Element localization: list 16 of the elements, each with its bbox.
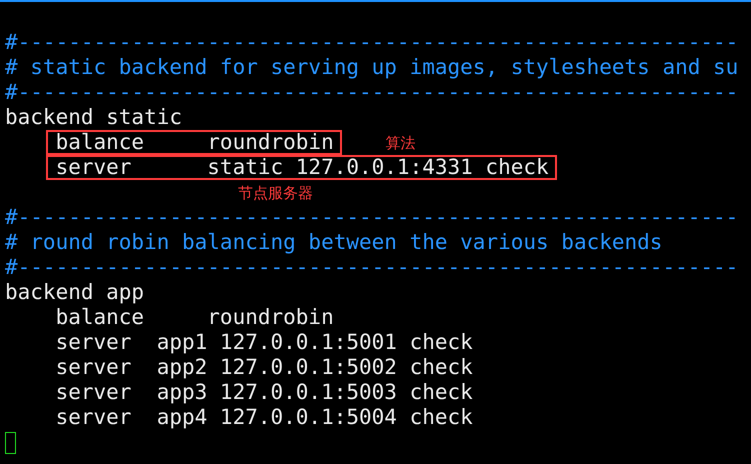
comment-line: # static backend for serving up images, stylesheets and su [5, 55, 738, 80]
comment-line: #--------------------------------------------------------- [5, 30, 738, 55]
code-line: server app1 127.0.0.1:5001 check [56, 330, 473, 355]
code-line: server app3 127.0.0.1:5003 check [56, 380, 473, 405]
comment-line: #--------------------------------------------------------- [5, 255, 738, 280]
text-cursor [5, 432, 16, 454]
code-line: backend app [5, 280, 144, 305]
annotation-label: 算法 [386, 132, 416, 152]
comment-line: #--------------------------------------------------------- [5, 80, 738, 105]
code-line: server app4 127.0.0.1:5004 check [56, 405, 473, 430]
annotation-label: 节点服务器 [238, 182, 313, 202]
code-line: server app2 127.0.0.1:5002 check [56, 355, 473, 380]
comment-line: #--------------------------------------------------------- [5, 205, 738, 230]
code-line: backend static [5, 105, 182, 130]
comment-line: # round robin balancing between the various backends [5, 230, 662, 255]
code-line: balance roundrobin [56, 305, 334, 330]
